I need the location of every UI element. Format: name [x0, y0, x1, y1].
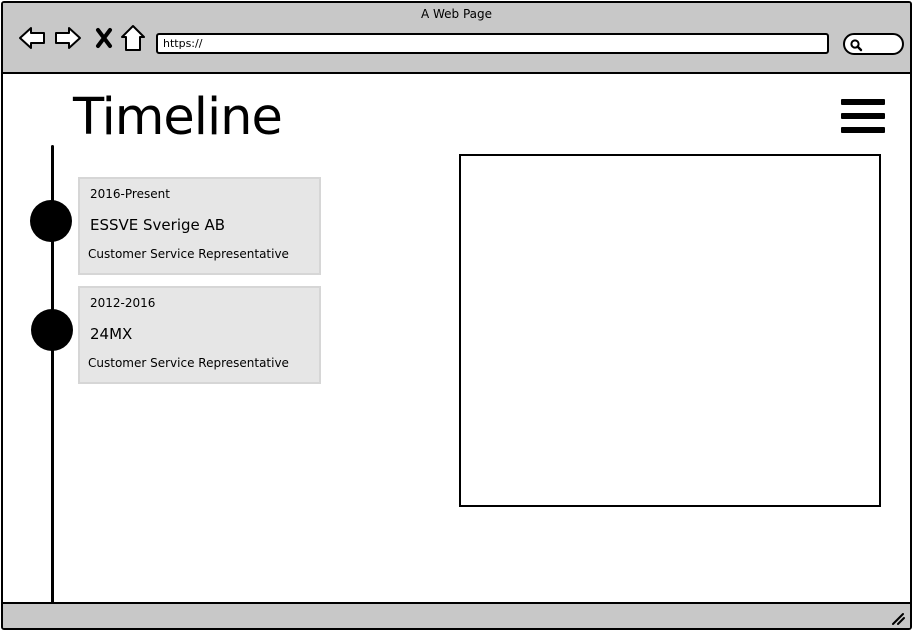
forward-arrow-icon[interactable] — [53, 23, 83, 53]
timeline-company: 24MX — [90, 325, 133, 343]
browser-chrome: A Web Page — [3, 3, 910, 74]
hamburger-menu-icon[interactable] — [841, 99, 885, 135]
content-panel — [459, 154, 881, 507]
search-icon — [850, 39, 863, 52]
resize-grip-icon[interactable] — [890, 611, 906, 625]
back-arrow-icon[interactable] — [17, 23, 47, 53]
timeline-role: Customer Service Representative — [88, 356, 289, 370]
page-title: Timeline — [73, 88, 283, 147]
status-bar — [3, 602, 910, 628]
timeline-dot — [30, 200, 72, 242]
timeline-card[interactable]: 2012-2016 24MX Customer Service Represen… — [78, 286, 321, 384]
address-bar-input[interactable] — [156, 33, 829, 54]
timeline-dot — [31, 309, 73, 351]
search-button[interactable] — [843, 33, 904, 55]
timeline-company: ESSVE Sverige AB — [90, 216, 226, 234]
timeline-card[interactable]: 2016-Present ESSVE Sverige AB Customer S… — [78, 177, 321, 275]
timeline-period: 2012-2016 — [90, 296, 156, 310]
close-icon[interactable] — [89, 23, 119, 53]
timeline-role: Customer Service Representative — [88, 247, 289, 261]
timeline-period: 2016-Present — [90, 187, 170, 201]
browser-window: A Web Page T — [1, 1, 912, 630]
home-icon[interactable] — [118, 23, 148, 53]
window-title: A Web Page — [420, 7, 493, 21]
